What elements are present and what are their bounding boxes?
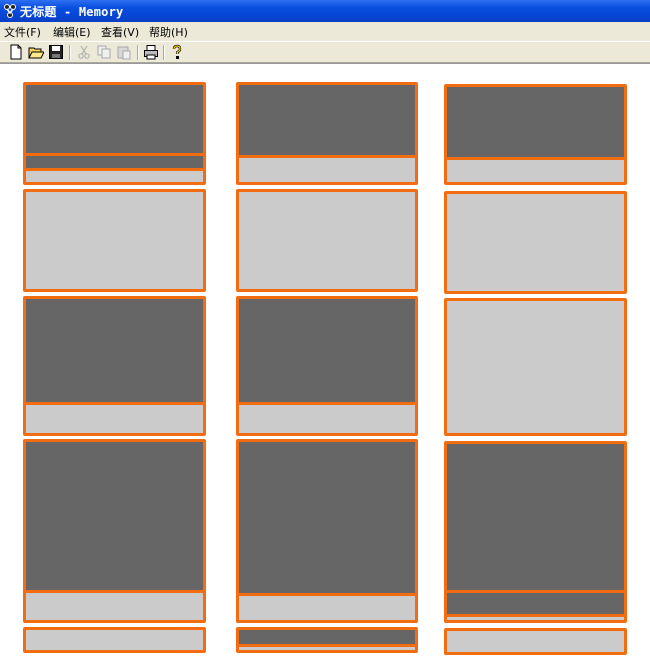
memory-block[interactable] [444,84,627,185]
memory-block[interactable] [236,189,418,292]
used-region [26,299,203,405]
used-region [239,85,415,158]
open-icon[interactable] [27,44,45,61]
paste-icon[interactable] [115,44,133,61]
print-icon[interactable] [142,44,160,61]
memory-block[interactable] [444,441,627,623]
app-icon [2,3,18,19]
memory-block[interactable] [23,189,206,292]
memory-canvas[interactable] [0,63,650,667]
menu-view[interactable]: 查看(V) [101,24,139,40]
used-region [447,87,624,160]
toolbar-separator [163,45,165,60]
memory-block[interactable] [23,82,206,185]
memory-block[interactable] [444,298,627,436]
menu-file[interactable]: 文件(F) [4,24,41,40]
memory-block[interactable] [236,627,418,653]
menu-bar: 文件(F) 编辑(E) 查看(V) 帮助(H) [0,22,650,41]
save-icon[interactable] [47,44,65,61]
used-region [239,442,415,596]
memory-block[interactable] [23,296,206,436]
toolbar [0,41,650,63]
used-region [26,156,203,171]
used-region [447,593,624,617]
used-region [26,85,203,156]
help-icon[interactable] [168,44,186,61]
memory-block[interactable] [23,439,206,623]
used-region [239,299,415,405]
memory-block[interactable] [444,628,627,655]
memory-block[interactable] [236,296,418,436]
toolbar-separator [137,45,139,60]
toolbar-separator [69,45,71,60]
used-region [239,630,415,647]
new-icon[interactable] [7,44,25,61]
used-region [26,442,203,593]
memory-block[interactable] [236,439,418,623]
memory-block[interactable] [444,191,627,294]
title-bar[interactable]: 无标题 - Memory [0,0,650,22]
menu-help[interactable]: 帮助(H) [149,24,188,40]
copy-icon[interactable] [95,44,113,61]
cut-icon[interactable] [75,44,93,61]
window-title: 无标题 - Memory [20,5,124,19]
memory-block[interactable] [236,82,418,185]
used-region [447,444,624,593]
memory-block[interactable] [23,627,206,653]
menu-edit[interactable]: 编辑(E) [53,24,91,40]
